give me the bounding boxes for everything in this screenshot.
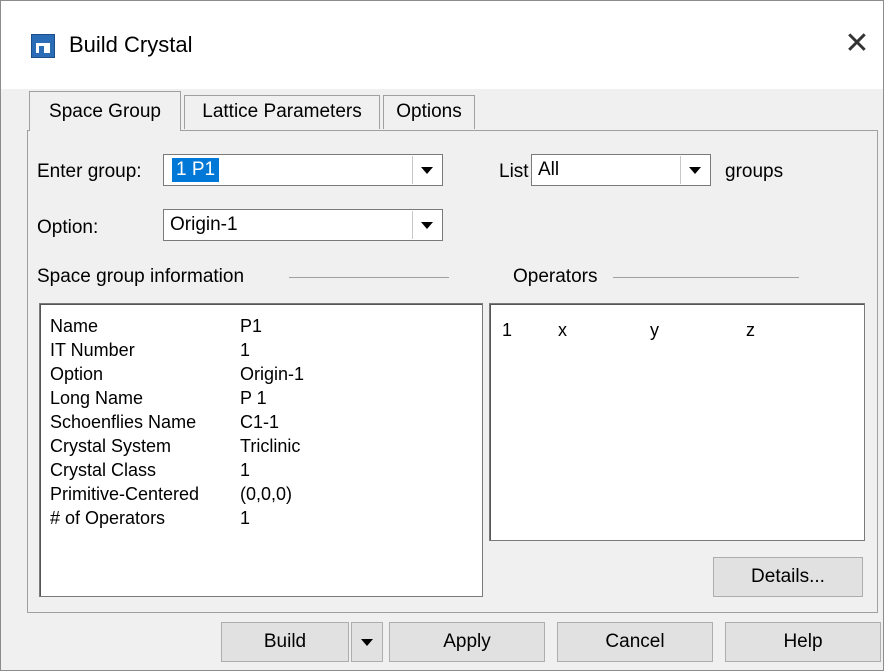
operator-z: z: [746, 320, 755, 340]
operator-x: x: [558, 320, 567, 340]
option-combo[interactable]: Origin-1: [163, 209, 443, 241]
info-value: P1: [240, 316, 263, 336]
info-key: IT Number: [50, 340, 135, 360]
chevron-down-icon[interactable]: [680, 156, 709, 184]
operator-y: y: [650, 320, 659, 340]
info-value: P 1: [240, 388, 267, 408]
chevron-down-icon[interactable]: [412, 211, 441, 239]
option-value: Origin-1: [170, 214, 238, 235]
info-key: Option: [50, 364, 104, 384]
info-key: Long Name: [50, 388, 144, 408]
build-button[interactable]: Build: [221, 622, 349, 662]
operators-heading: Operators: [513, 266, 598, 287]
close-button[interactable]: ✕: [839, 27, 875, 63]
groups-label: groups: [725, 161, 784, 182]
list-filter-value: All: [538, 159, 560, 180]
list-label: List: [499, 161, 529, 182]
info-key: Name: [50, 316, 99, 336]
chevron-down-icon[interactable]: [412, 156, 441, 184]
info-key: Primitive-Centered: [50, 484, 200, 504]
space-group-info-list[interactable]: Name P1 IT Number 1 Option Origin-1 Long…: [39, 303, 483, 597]
info-value: 1: [240, 508, 251, 528]
info-key: Schoenflies Name: [50, 412, 197, 432]
window-title: Build Crystal: [69, 32, 193, 57]
space-group-info-heading: Space group information: [37, 266, 245, 287]
info-value: C1-1: [240, 412, 280, 432]
info-value: Triclinic: [240, 436, 301, 456]
info-value: 1: [240, 460, 251, 480]
cancel-button[interactable]: Cancel: [557, 622, 713, 662]
details-button[interactable]: Details...: [713, 557, 863, 597]
enter-group-label: Enter group:: [37, 161, 142, 182]
info-value: Origin-1: [240, 364, 305, 384]
tab-lattice-parameters[interactable]: Lattice Parameters: [184, 95, 380, 129]
tab-space-group[interactable]: Space Group: [29, 91, 181, 131]
build-dropdown-button[interactable]: [351, 622, 383, 662]
info-key: # of Operators: [50, 508, 166, 528]
info-value: (0,0,0): [240, 484, 293, 504]
option-label: Option:: [37, 217, 99, 238]
tab-options[interactable]: Options: [383, 95, 475, 129]
enter-group-value: 1 P1: [172, 158, 220, 182]
operator-index: 1: [502, 320, 513, 340]
help-button[interactable]: Help: [725, 622, 881, 662]
divider: [613, 277, 799, 278]
divider: [289, 277, 449, 278]
build-crystal-dialog: Build Crystal ✕ Space Group Lattice Para…: [0, 0, 884, 671]
title-bar[interactable]: Build Crystal ✕: [1, 1, 883, 89]
app-window-icon: [31, 34, 55, 58]
enter-group-combo[interactable]: 1 P1: [163, 154, 443, 186]
apply-button[interactable]: Apply: [389, 622, 545, 662]
operators-list[interactable]: 1 x y z: [489, 303, 865, 541]
list-filter-combo[interactable]: All: [531, 154, 711, 186]
info-key: Crystal Class: [50, 460, 157, 480]
info-key: Crystal System: [50, 436, 172, 456]
info-value: 1: [240, 340, 251, 360]
